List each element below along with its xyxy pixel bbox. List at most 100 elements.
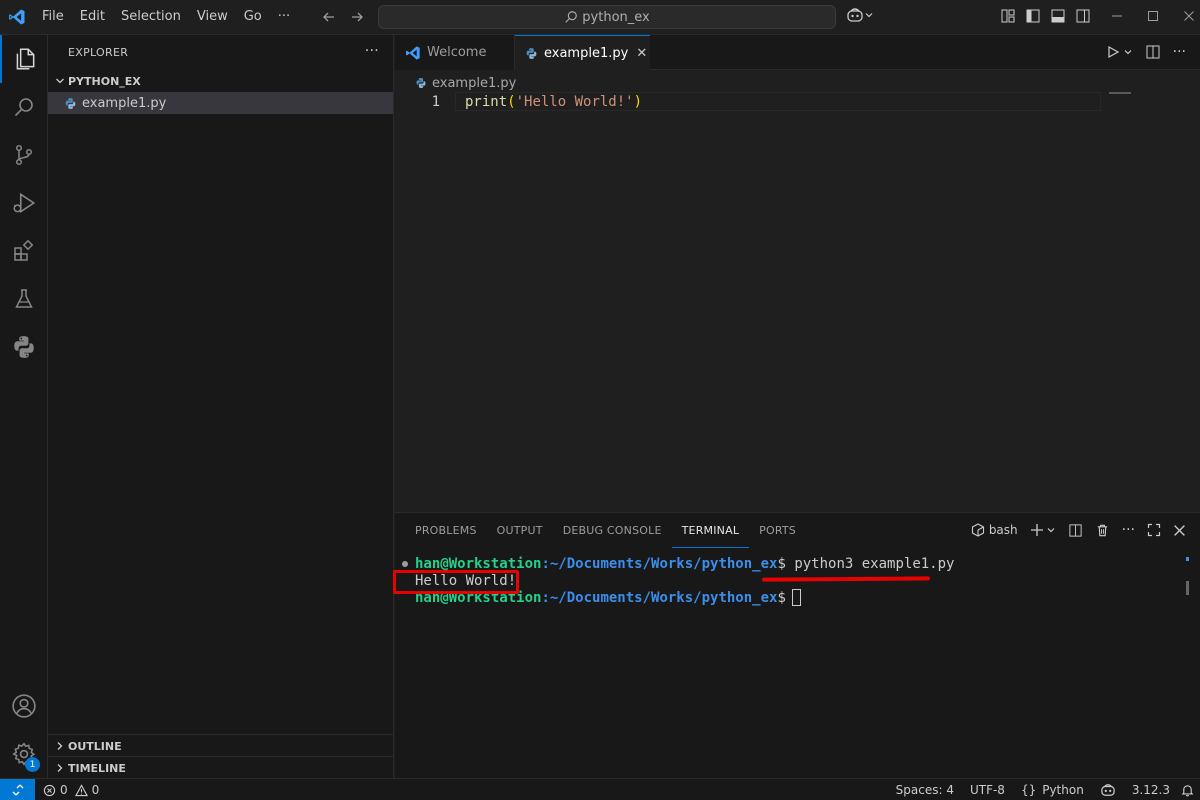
minimap[interactable] (1109, 92, 1131, 94)
toggle-primary-sidebar-icon[interactable] (1025, 8, 1041, 24)
more-actions-icon[interactable]: ··· (1173, 44, 1186, 60)
command-center-search[interactable]: python_ex (378, 5, 836, 29)
breadcrumb-file: example1.py (432, 75, 517, 91)
code-text: print('Hello World!') (465, 93, 643, 110)
panel-more-icon[interactable]: ··· (1122, 522, 1135, 538)
maximize-panel-icon[interactable] (1147, 523, 1161, 537)
accounts-activity[interactable] (0, 682, 48, 730)
indentation-status[interactable]: Spaces: 4 (888, 779, 962, 800)
toggle-panel-icon[interactable] (1050, 8, 1066, 24)
remote-indicator[interactable] (0, 779, 35, 800)
terminal-box-icon (971, 523, 984, 537)
tab-label: Welcome (427, 45, 487, 60)
maximize-icon[interactable] (1146, 8, 1160, 24)
close-window-icon[interactable] (1182, 8, 1196, 24)
source-control-activity[interactable] (0, 131, 48, 179)
chevron-down-icon (1124, 50, 1132, 55)
error-count: 0 (60, 783, 68, 797)
run-debug-activity[interactable] (0, 179, 48, 227)
flask-icon (15, 289, 33, 308)
account-icon (12, 694, 36, 718)
minimize-icon[interactable] (1110, 8, 1124, 24)
trash-icon[interactable] (1095, 523, 1110, 538)
python-activity[interactable] (0, 323, 48, 371)
vscode-logo-icon (9, 9, 25, 25)
terminal-shell-selector[interactable]: bash (971, 523, 1018, 537)
tab-debug-console[interactable]: DEBUG CONSOLE (553, 513, 672, 548)
python-file-icon (65, 97, 76, 109)
error-icon (43, 784, 56, 796)
menu-selection[interactable]: Selection (113, 0, 189, 34)
vscode-logo-icon (406, 45, 420, 60)
notifications-bell-icon[interactable] (1181, 783, 1194, 797)
tab-terminal[interactable]: TERMINAL (671, 513, 750, 548)
explorer-activity[interactable] (0, 35, 48, 83)
extensions-activity[interactable] (0, 227, 48, 275)
outline-section[interactable]: OUTLINE (48, 734, 394, 757)
copilot-icon (1101, 784, 1115, 796)
editor-area: Welcome example1.py ✕ ··· example1.py 1 … (395, 35, 1200, 512)
split-terminal-icon[interactable] (1068, 523, 1083, 538)
tab-label: example1.py (544, 45, 629, 61)
tab-output[interactable]: OUTPUT (487, 513, 553, 548)
encoding-status[interactable]: UTF-8 (962, 779, 1013, 800)
back-arrow-icon[interactable] (318, 6, 340, 28)
run-debug-icon (13, 192, 36, 214)
menu-edit[interactable]: Edit (72, 0, 113, 34)
timeline-section[interactable]: TIMELINE (48, 756, 394, 779)
copilot-menu-button[interactable] (846, 7, 874, 23)
breadcrumb[interactable]: example1.py (415, 72, 516, 94)
activity-bar: 1 (0, 35, 48, 778)
chevron-right-icon (57, 742, 63, 750)
outline-label: OUTLINE (68, 739, 122, 753)
menu-file[interactable]: File (34, 0, 72, 34)
python-interpreter-status[interactable]: 3.12.3 (1124, 779, 1178, 800)
toggle-secondary-sidebar-icon[interactable] (1075, 8, 1091, 24)
close-tab-icon[interactable]: ✕ (636, 46, 647, 61)
customize-layout-icon[interactable] (1000, 8, 1016, 24)
manage-activity[interactable]: 1 (0, 730, 48, 778)
explorer-more-button[interactable]: ··· (365, 43, 379, 59)
new-terminal-button[interactable] (1030, 523, 1056, 537)
file-item-example1[interactable]: example1.py (48, 92, 393, 114)
explorer-header: EXPLORER ··· (48, 35, 393, 70)
close-panel-icon[interactable] (1173, 524, 1186, 537)
tab-ports[interactable]: PORTS (749, 513, 806, 548)
chevron-right-icon (57, 764, 63, 772)
forward-arrow-icon[interactable] (346, 6, 368, 28)
copilot-icon (847, 8, 863, 22)
search-text: python_ex (582, 9, 650, 25)
files-icon (16, 48, 35, 70)
plus-icon (1030, 524, 1043, 536)
layout-controls (1000, 8, 1091, 24)
chevron-down-icon (56, 78, 64, 84)
warning-icon (74, 783, 88, 796)
folder-name: PYTHON_EX (68, 74, 141, 88)
menu-view[interactable]: View (189, 0, 236, 34)
split-editor-icon[interactable] (1145, 44, 1161, 60)
menu-go[interactable]: Go (236, 0, 270, 34)
status-right: Spaces: 4 UTF-8 {} Python 3.12.3 (888, 779, 1178, 800)
window-controls (1110, 8, 1196, 24)
command-success-dot-icon[interactable] (401, 560, 409, 568)
play-icon (1108, 45, 1119, 59)
tab-problems[interactable]: PROBLEMS (405, 513, 487, 548)
line-number: 1 (431, 93, 440, 110)
problems-indicator[interactable]: 0 0 (43, 779, 99, 800)
testing-activity[interactable] (0, 275, 48, 323)
copilot-status[interactable] (1092, 779, 1124, 800)
braces-icon: {} (1020, 783, 1037, 797)
tab-example1-py[interactable]: example1.py ✕ (515, 35, 650, 70)
run-python-file-button[interactable] (1106, 45, 1133, 59)
tab-welcome[interactable]: Welcome (395, 35, 515, 70)
code-editor[interactable]: 1 print('Hello World!') (395, 92, 1105, 111)
settings-badge: 1 (25, 757, 40, 772)
language-mode-status[interactable]: {} Python (1013, 779, 1092, 800)
folder-section-python-ex[interactable]: PYTHON_EX (48, 70, 393, 92)
python-file-icon (526, 47, 537, 59)
warning-count: 0 (91, 783, 100, 797)
menu-more[interactable]: ··· (270, 0, 298, 34)
search-activity[interactable] (0, 83, 48, 131)
code-line: 1 print('Hello World!') (395, 92, 1105, 111)
terminal-scrollbar[interactable] (1186, 557, 1192, 599)
